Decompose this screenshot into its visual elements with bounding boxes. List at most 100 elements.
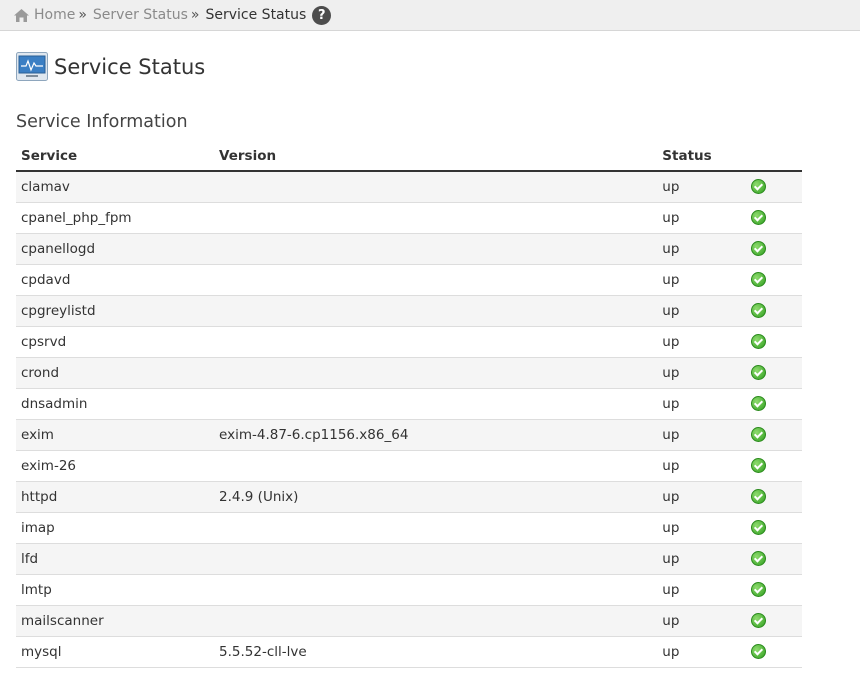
service-version (214, 543, 658, 575)
check-circle-icon (750, 241, 766, 256)
service-status: up (657, 543, 746, 575)
service-version (214, 357, 658, 389)
table-row: imap up (16, 512, 802, 544)
status-cell (745, 605, 802, 637)
table-row: dnsadmin up (16, 388, 802, 420)
status-cell (745, 264, 802, 296)
service-status: up (657, 605, 746, 637)
service-name: exim (16, 419, 215, 451)
check-circle-icon (750, 520, 766, 535)
check-circle-icon (750, 179, 766, 195)
breadcrumb-server-status-link[interactable]: Server Status (93, 7, 188, 23)
status-cell (745, 512, 802, 544)
check-circle-icon (750, 644, 766, 659)
service-status-table: Service Version Status clamav up cpanel_… (16, 141, 802, 668)
check-circle-icon (750, 334, 766, 349)
check-circle-icon (750, 582, 766, 597)
status-cell (745, 636, 802, 668)
page-header: Service Status (16, 52, 205, 81)
page-title: Service Status (54, 54, 206, 79)
service-status: up (657, 264, 746, 296)
status-cell (745, 171, 802, 203)
service-status: up (657, 171, 746, 203)
service-version (214, 233, 658, 265)
service-version (214, 202, 658, 234)
table-row: lfd up (16, 543, 802, 575)
table-row: cpanellogd up (16, 233, 802, 265)
service-name: cpanel_php_fpm (16, 202, 215, 234)
service-version: 5.5.52-cll-lve (214, 636, 658, 668)
table-row: crond up (16, 357, 802, 389)
service-name: httpd (16, 481, 215, 513)
service-name: cpanellogd (16, 233, 215, 265)
column-header-icon (745, 141, 802, 172)
table-header-row: Service Version Status (16, 141, 802, 172)
service-status: up (657, 512, 746, 544)
status-cell (745, 481, 802, 513)
service-name: exim-26 (16, 450, 215, 482)
service-status: up (657, 357, 746, 389)
service-name: lmtp (16, 574, 215, 606)
service-status: up (657, 419, 746, 451)
home-icon[interactable] (13, 8, 30, 23)
check-circle-icon (750, 613, 766, 628)
table-row: exim-26 up (16, 450, 802, 482)
check-circle-icon (750, 458, 766, 473)
table-row: mailscanner up (16, 605, 802, 637)
status-cell (745, 388, 802, 420)
service-version: exim-4.87-6.cp1156.x86_64 (214, 419, 658, 451)
table-row: cpanel_php_fpm up (16, 202, 802, 234)
table-row: httpd 2.4.9 (Unix) up (16, 481, 802, 513)
status-cell (745, 295, 802, 327)
breadcrumb-current: Service Status (205, 7, 307, 23)
check-circle-icon (750, 427, 766, 442)
service-status: up (657, 326, 746, 358)
status-cell (745, 450, 802, 482)
check-circle-icon (750, 396, 766, 411)
service-status: up (657, 481, 746, 513)
service-version (214, 574, 658, 606)
service-name: mysql (16, 636, 215, 668)
status-cell (745, 233, 802, 265)
service-status: up (657, 388, 746, 420)
service-version (214, 326, 658, 358)
status-cell (745, 202, 802, 234)
table-row: exim exim-4.87-6.cp1156.x86_64 up (16, 419, 802, 451)
column-header-version[interactable]: Version (214, 141, 658, 172)
breadcrumb-separator: » (190, 7, 200, 23)
service-name: clamav (16, 171, 215, 203)
breadcrumb-separator: » (78, 7, 87, 23)
breadcrumb-home-link[interactable]: Home (34, 7, 75, 23)
table-row: cpsrvd up (16, 326, 802, 358)
status-cell (745, 543, 802, 575)
service-name: cpsrvd (16, 326, 215, 358)
table-row: clamav up (16, 171, 802, 203)
status-cell (745, 574, 802, 606)
service-version (214, 388, 658, 420)
table-row: mysql 5.5.52-cll-lve up (16, 636, 802, 668)
service-name: crond (16, 357, 215, 389)
service-name: dnsadmin (16, 388, 215, 420)
column-header-service[interactable]: Service (16, 141, 215, 172)
status-cell (745, 357, 802, 389)
service-name: imap (16, 512, 215, 544)
table-row: cpdavd up (16, 264, 802, 296)
service-version (214, 264, 658, 296)
service-name: cpdavd (16, 264, 215, 296)
service-name: mailscanner (16, 605, 215, 637)
service-status: up (657, 295, 746, 327)
service-status: up (657, 574, 746, 606)
monitor-icon (16, 52, 48, 81)
service-status: up (657, 636, 746, 668)
column-header-status[interactable]: Status (657, 141, 746, 172)
service-status: up (657, 450, 746, 482)
section-title: Service Information (16, 112, 188, 132)
service-name: cpgreylistd (16, 295, 215, 327)
check-circle-icon (750, 551, 766, 566)
service-status: up (657, 202, 746, 234)
check-circle-icon (750, 489, 766, 504)
service-version (214, 295, 658, 327)
service-version: 2.4.9 (Unix) (214, 481, 658, 513)
help-icon[interactable]: ? (312, 5, 332, 25)
status-cell (745, 419, 802, 451)
